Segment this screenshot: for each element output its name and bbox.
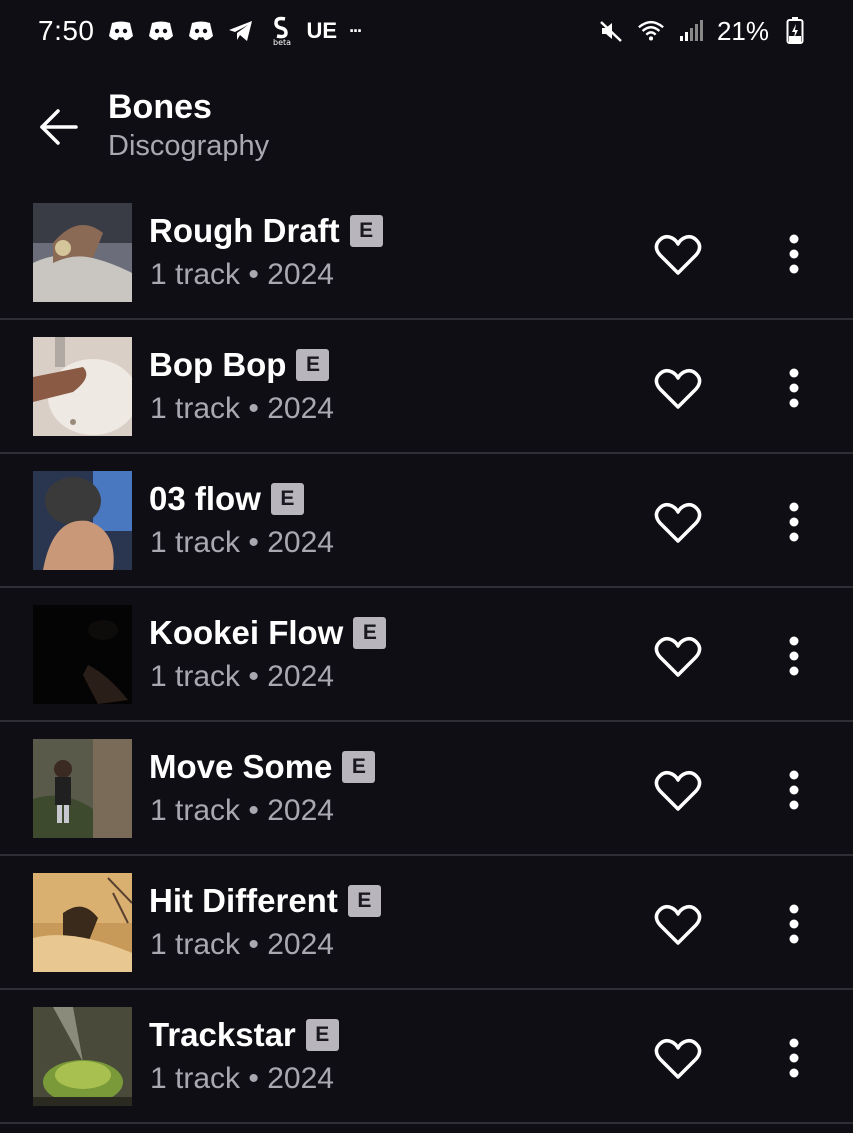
svg-text:beta: beta	[273, 38, 291, 46]
discord-icon	[187, 18, 215, 44]
more-vertical-icon	[789, 904, 799, 944]
more-options-button[interactable]	[770, 498, 818, 546]
release-row[interactable]: Trackstar E 1 track • 2024	[0, 990, 853, 1124]
heart-icon	[654, 368, 702, 409]
wifi-icon	[637, 18, 665, 44]
release-title: Kookei Flow	[149, 614, 344, 651]
explicit-badge: E	[353, 617, 387, 649]
page-title: Bones	[108, 88, 212, 126]
release-meta: 1 track • 2024	[150, 392, 334, 425]
more-options-button[interactable]	[770, 364, 818, 412]
status-time: 7:50	[38, 15, 95, 46]
heart-icon	[654, 904, 702, 945]
battery-icon	[781, 17, 809, 44]
explicit-badge: E	[270, 483, 304, 515]
release-title-line: Rough Draft E	[149, 212, 383, 250]
more-vertical-icon	[789, 502, 799, 542]
arrow-left-icon	[40, 109, 78, 145]
more-vertical-icon	[789, 234, 799, 274]
like-button[interactable]	[652, 232, 704, 278]
explicit-badge: E	[347, 885, 381, 917]
release-row[interactable]: Move Some E 1 track • 2024	[0, 722, 853, 856]
more-options-button[interactable]	[770, 230, 818, 278]
discord-icon	[107, 18, 135, 44]
heart-icon	[654, 502, 702, 543]
shazam-beta-icon: beta	[267, 16, 295, 46]
page-subtitle: Discography	[108, 130, 270, 162]
heart-icon	[654, 234, 702, 275]
mute-icon	[597, 18, 625, 44]
more-options-button[interactable]	[770, 632, 818, 680]
signal-icon	[677, 18, 705, 44]
album-cover	[33, 873, 132, 972]
album-cover	[33, 1007, 132, 1106]
status-right: 21%	[597, 16, 809, 47]
release-meta: 1 track • 2024	[150, 794, 334, 827]
explicit-badge: E	[342, 751, 376, 783]
release-title-line: 03 flow E	[149, 480, 304, 518]
album-cover	[33, 337, 132, 436]
heart-icon	[654, 636, 702, 677]
release-title: Bop Bop	[149, 346, 287, 383]
more-options-button[interactable]	[770, 900, 818, 948]
release-title-line: Hit Different E	[149, 882, 381, 920]
explicit-badge: E	[305, 1019, 339, 1051]
like-button[interactable]	[652, 366, 704, 412]
status-left: 7:50 beta UE ···	[38, 15, 363, 47]
more-options-button[interactable]	[770, 766, 818, 814]
more-options-button[interactable]	[770, 1034, 818, 1082]
release-title: Move Some	[149, 748, 333, 785]
like-button[interactable]	[652, 902, 704, 948]
status-carrier-text: UE	[306, 18, 338, 43]
release-meta: 1 track • 2024	[150, 928, 334, 961]
like-button[interactable]	[652, 1036, 704, 1082]
album-cover	[33, 739, 132, 838]
discord-icon	[147, 18, 175, 44]
more-vertical-icon	[789, 770, 799, 810]
release-meta: 1 track • 2024	[150, 1062, 334, 1095]
release-title: 03 flow	[149, 480, 261, 517]
album-cover	[33, 471, 132, 570]
explicit-badge: E	[349, 215, 383, 247]
like-button[interactable]	[652, 634, 704, 680]
release-meta: 1 track • 2024	[150, 660, 334, 693]
album-cover	[33, 605, 132, 704]
more-vertical-icon	[789, 1038, 799, 1078]
heart-icon	[654, 1038, 702, 1079]
release-title-line: Kookei Flow E	[149, 614, 387, 652]
back-button[interactable]	[32, 100, 86, 154]
release-meta: 1 track • 2024	[150, 258, 334, 291]
release-title: Trackstar	[149, 1016, 296, 1053]
release-title: Hit Different	[149, 882, 338, 919]
release-row[interactable]: Bop Bop E 1 track • 2024	[0, 320, 853, 454]
heart-icon	[654, 770, 702, 811]
release-row[interactable]: 03 flow E 1 track • 2024	[0, 454, 853, 588]
release-title-line: Trackstar E	[149, 1016, 339, 1054]
explicit-badge: E	[296, 349, 330, 381]
release-title-line: Bop Bop E	[149, 346, 330, 384]
page-header: Bones Discography	[0, 80, 853, 180]
like-button[interactable]	[652, 500, 704, 546]
release-meta: 1 track • 2024	[150, 526, 334, 559]
status-bar: 7:50 beta UE ··· 21%	[0, 0, 853, 62]
release-row[interactable]: Kookei Flow E 1 track • 2024	[0, 588, 853, 722]
album-cover	[33, 203, 132, 302]
status-overflow: ···	[349, 20, 363, 41]
like-button[interactable]	[652, 768, 704, 814]
release-row[interactable]: Hit Different E 1 track • 2024	[0, 856, 853, 990]
battery-percent: 21%	[716, 15, 769, 46]
more-vertical-icon	[789, 368, 799, 408]
release-list: Rough Draft E 1 track • 2024 Bop Bop E 1…	[0, 186, 853, 1124]
telegram-icon	[227, 18, 255, 44]
release-title: Rough Draft	[149, 212, 340, 249]
release-title-line: Move Some E	[149, 748, 376, 786]
release-row[interactable]: Rough Draft E 1 track • 2024	[0, 186, 853, 320]
more-vertical-icon	[789, 636, 799, 676]
